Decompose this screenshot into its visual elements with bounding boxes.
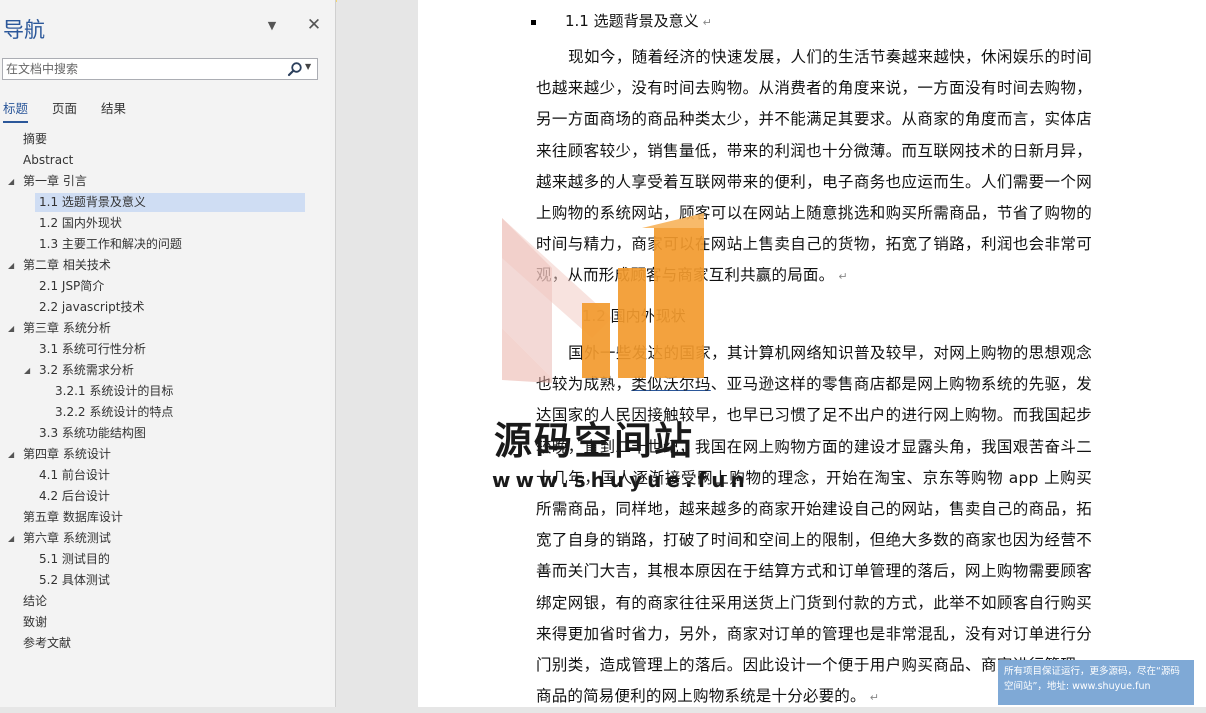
nav-tree-item[interactable]: 3.3 系统功能结构图 (39, 424, 146, 443)
nav-tree-item[interactable]: 参考文献 (23, 634, 71, 653)
nav-tree-item[interactable]: ◢ 第三章 系统分析 (8, 319, 111, 338)
nav-tree-item-label: 第三章 系统分析 (23, 321, 111, 335)
paragraph-background[interactable]: 现如今，随着经济的快速发展，人们的生活节奏越来越快，休闲娱乐的时间也越来越少，没… (536, 42, 1092, 293)
nav-tree-item-label: 2.1 JSP简介 (39, 279, 105, 293)
nav-tree-item[interactable]: 结论 (23, 592, 47, 611)
navigation-pane: 导航 ▼ ✕ ▼ 标题 页面 结果 摘要 Abstract ◢ 第一章 引言 1.1 选… (0, 0, 336, 707)
nav-tree-item[interactable]: 摘要 (23, 130, 47, 149)
nav-search-input[interactable] (3, 59, 279, 79)
nav-tree-item-label: 第一章 引言 (23, 174, 87, 188)
nav-tree-item[interactable]: 1.2 国内外现状 (39, 214, 122, 233)
nav-tree-item[interactable]: 5.1 测试目的 (39, 550, 110, 569)
nav-tree-item[interactable]: 5.2 具体测试 (39, 571, 110, 590)
nav-tree-item[interactable]: ◢ 第六章 系统测试 (8, 529, 111, 548)
nav-close-icon[interactable]: ✕ (305, 15, 323, 35)
nav-tree-item[interactable]: 4.1 前台设计 (39, 466, 110, 485)
nav-tree-item-label: 1.2 国内外现状 (39, 216, 122, 230)
nav-tree-item-label: 3.3 系统功能结构图 (39, 426, 146, 440)
expand-triangle-icon[interactable]: ◢ (8, 256, 14, 275)
nav-tree-item-label: 1.3 主要工作和解决的问题 (39, 237, 182, 251)
nav-tree-item-label: 2.2 javascript技术 (39, 300, 145, 314)
tab-headings[interactable]: 标题 (3, 98, 29, 123)
nav-tree-item-label: 4.1 前台设计 (39, 468, 110, 482)
nav-tree-item[interactable]: ◢ 第二章 相关技术 (8, 256, 111, 275)
nav-tree-item[interactable]: ◢ 第一章 引言 (8, 172, 87, 191)
expand-triangle-icon[interactable]: ◢ (24, 361, 30, 380)
nav-tree-item-label: 摘要 (23, 132, 48, 146)
search-icon[interactable] (287, 61, 303, 77)
nav-tree-item-label: 3.1 系统可行性分析 (39, 342, 146, 356)
nav-tree-item[interactable]: Abstract (23, 151, 73, 170)
expand-triangle-icon[interactable]: ◢ (8, 529, 14, 548)
nav-tree-item-label: 3.2.2 系统设计的特点 (55, 405, 174, 419)
nav-tree-item[interactable]: 2.1 JSP简介 (39, 277, 104, 296)
nav-tree-item-label: 第四章 系统设计 (23, 447, 111, 461)
nav-search-box[interactable]: ▼ (2, 58, 318, 80)
nav-pane-title: 导航 (3, 18, 45, 42)
paragraph-mark-icon: ↵ (869, 691, 880, 705)
nav-tree-item-label: 第五章 数据库设计 (23, 510, 123, 524)
nav-tree-item-label: 3.2.1 系统设计的目标 (55, 384, 174, 398)
watermark-notice: 所有项目保证运行，更多源码，尽在“源码空间站”，地址: www.shuyue.f… (998, 660, 1194, 705)
paragraph-mark-icon: ↵ (838, 270, 848, 284)
nav-tree-item[interactable]: ◢ 3.2 系统需求分析 (24, 361, 134, 380)
nav-tree-item-label: 第六章 系统测试 (23, 531, 111, 545)
nav-tree-item-label: 参考文献 (23, 636, 72, 650)
expand-triangle-icon[interactable]: ◢ (8, 319, 14, 338)
expand-triangle-icon[interactable]: ◢ (8, 445, 14, 464)
nav-tree-item[interactable]: 致谢 (23, 613, 47, 632)
section-heading-1-2[interactable]: 1.2 国内外现状 (582, 305, 686, 326)
tab-results[interactable]: 结果 (101, 98, 126, 121)
tab-pages[interactable]: 页面 (52, 98, 77, 121)
nav-tree-item[interactable]: 3.1 系统可行性分析 (39, 340, 146, 359)
nav-tree-item-label: 3.2 系统需求分析 (39, 363, 134, 377)
nav-tree-item-label: 5.1 测试目的 (39, 552, 110, 566)
nav-tree-item-label: 5.2 具体测试 (39, 573, 110, 587)
heading-bullet-icon (531, 20, 536, 25)
paragraph-mark-icon: ↵ (702, 16, 712, 29)
nav-tree-item-label: 第二章 相关技术 (23, 258, 111, 272)
section-heading-1-1[interactable]: 1.1 选题背景及意义 ↵ (565, 10, 712, 31)
nav-tree-item[interactable]: 3.2.2 系统设计的特点 (55, 403, 173, 422)
nav-tree-item[interactable]: 4.2 后台设计 (39, 487, 110, 506)
nav-tree-item-label: 1.1 选题背景及意义 (39, 195, 146, 209)
nav-tree-item-label: 4.2 后台设计 (39, 489, 110, 503)
nav-tree-item[interactable]: ◢ 第四章 系统设计 (8, 445, 111, 464)
paragraph-current-status[interactable]: 国外一些发达的国家，其计算机网络知识普及较早，对网上购物的思想观念也较为成熟，类… (536, 338, 1092, 713)
nav-tree-item[interactable]: 1.3 主要工作和解决的问题 (39, 235, 182, 254)
nav-tree-item[interactable]: 3.2.1 系统设计的目标 (55, 382, 173, 401)
nav-tree-item-label: 致谢 (23, 615, 48, 629)
nav-tree-item[interactable]: 1.1 选题背景及意义 (35, 193, 305, 212)
expand-triangle-icon[interactable]: ◢ (8, 172, 14, 191)
nav-options-dropdown-icon[interactable]: ▼ (264, 18, 280, 34)
nav-tree-item[interactable]: 2.2 javascript技术 (39, 298, 144, 317)
nav-tree-item-label: Abstract (23, 153, 74, 167)
nav-tree-item[interactable]: 第五章 数据库设计 (23, 508, 123, 527)
search-options-chevron-icon[interactable]: ▼ (305, 62, 311, 71)
nav-tree-item-label: 结论 (23, 594, 48, 608)
